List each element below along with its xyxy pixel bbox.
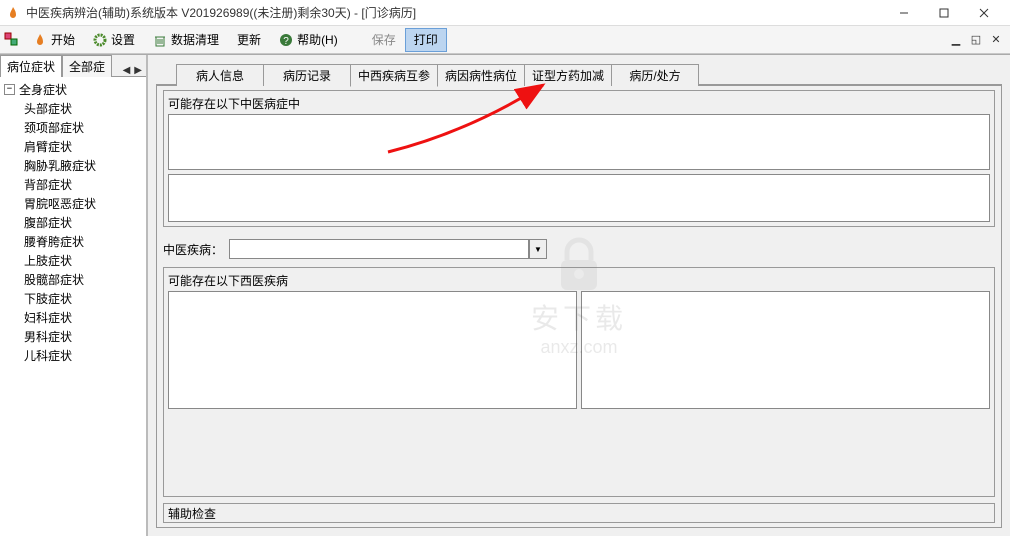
western-diseases-detail[interactable]: [581, 291, 990, 409]
tcm-symptoms-detail[interactable]: [168, 174, 990, 222]
title-bar: 中医疾病辨治(辅助)系统版本 V201926989((未注册)剩余30天) - …: [0, 0, 1010, 26]
tree-item[interactable]: 儿科症状: [24, 346, 142, 365]
tree-item[interactable]: 上肢症状: [24, 251, 142, 270]
mdi-close-button[interactable]: ✕: [987, 31, 1005, 49]
minimize-button[interactable]: [884, 0, 924, 26]
menu-help[interactable]: ? 帮助(H): [270, 28, 347, 52]
mdi-restore-button[interactable]: ◱: [967, 31, 985, 49]
tree-item[interactable]: 妇科症状: [24, 308, 142, 327]
sidebar: 病位症状 全部症 ◀ ▶ − 全身症状 头部症状颈项部症状肩臂症状胸胁乳腋症状背…: [0, 55, 148, 536]
tab-scroll-right-icon[interactable]: ▶: [132, 65, 144, 76]
sidebar-tab-all-symptoms[interactable]: 全部症: [62, 55, 112, 77]
menu-start[interactable]: 开始: [24, 28, 84, 52]
tree-item[interactable]: 头部症状: [24, 99, 142, 118]
western-diseases-list[interactable]: [168, 291, 577, 409]
tcm-disease-row: 中医疾病： ▼: [163, 239, 995, 259]
section-label: 辅助检查: [168, 505, 216, 522]
section-auxiliary-exam: 辅助检查: [163, 503, 995, 523]
tree-item[interactable]: 颈项部症状: [24, 118, 142, 137]
tab-record-prescription[interactable]: 病历/处方: [611, 64, 699, 86]
menu-settings[interactable]: 设置: [84, 28, 144, 52]
main-panel: 病人信息 病历记录 中西疾病互参 病因病性病位 证型方药加减 病历/处方 可能存…: [148, 55, 1010, 536]
tree-item[interactable]: 胃脘呕恶症状: [24, 194, 142, 213]
tree-root[interactable]: − 全身症状: [4, 80, 142, 99]
sidebar-tabs: 病位症状 全部症 ◀ ▶: [0, 55, 146, 77]
tree-item[interactable]: 男科症状: [24, 327, 142, 346]
tree-item[interactable]: 背部症状: [24, 175, 142, 194]
trash-icon: [153, 33, 167, 47]
tree-item[interactable]: 胸胁乳腋症状: [24, 156, 142, 175]
menu-data-clean[interactable]: 数据清理: [144, 28, 228, 52]
tree-item[interactable]: 肩臂症状: [24, 137, 142, 156]
section-label: 可能存在以下西医疾病: [168, 272, 990, 289]
tab-content: 可能存在以下中医病症中 中医疾病： ▼ 可能存在以下西医疾病 辅助检查: [156, 85, 1002, 528]
tree-collapse-icon[interactable]: −: [4, 84, 15, 95]
tree-item[interactable]: 腰脊胯症状: [24, 232, 142, 251]
app-icon: [6, 6, 20, 20]
tcm-disease-input[interactable]: [229, 239, 529, 259]
tab-medical-record[interactable]: 病历记录: [263, 64, 351, 86]
main-tabs: 病人信息 病历记录 中西疾病互参 病因病性病位 证型方药加减 病历/处方: [156, 63, 1002, 85]
toolbar: 开始 设置 数据清理 更新 ? 帮助(H) 保存 打印 ▁ ◱ ✕: [0, 26, 1010, 54]
section-label: 可能存在以下中医病症中: [168, 95, 990, 112]
mdi-child-icon: [4, 32, 20, 48]
svg-text:?: ?: [283, 36, 289, 47]
tcm-symptoms-list[interactable]: [168, 114, 990, 170]
mdi-minimize-button[interactable]: ▁: [947, 31, 965, 49]
help-icon: ?: [279, 33, 293, 47]
section-tcm-symptoms: 可能存在以下中医病症中: [163, 90, 995, 227]
menu-update[interactable]: 更新: [228, 28, 270, 52]
gear-icon: [93, 33, 107, 47]
maximize-button[interactable]: [924, 0, 964, 26]
tcm-disease-dropdown-button[interactable]: ▼: [529, 239, 547, 259]
tab-cn-west-crossref[interactable]: 中西疾病互参: [350, 64, 438, 87]
tree-item[interactable]: 股髋部症状: [24, 270, 142, 289]
mdi-controls: ▁ ◱ ✕: [946, 31, 1006, 49]
tree-item[interactable]: 下肢症状: [24, 289, 142, 308]
tab-syndrome-prescription[interactable]: 证型方药加减: [524, 64, 612, 86]
section-western-diseases: 可能存在以下西医疾病: [163, 267, 995, 497]
tab-scroll-left-icon[interactable]: ◀: [121, 65, 133, 76]
sidebar-tab-location-symptoms[interactable]: 病位症状: [0, 55, 62, 77]
tab-etiology[interactable]: 病因病性病位: [437, 64, 525, 86]
menu-save[interactable]: 保存: [363, 28, 405, 52]
flame-icon: [33, 33, 47, 47]
close-button[interactable]: [964, 0, 1004, 26]
tree-item[interactable]: 腹部症状: [24, 213, 142, 232]
tab-patient-info[interactable]: 病人信息: [176, 64, 264, 86]
window-title: 中医疾病辨治(辅助)系统版本 V201926989((未注册)剩余30天) - …: [26, 4, 884, 21]
menu-print[interactable]: 打印: [405, 28, 447, 52]
symptom-tree[interactable]: − 全身症状 头部症状颈项部症状肩臂症状胸胁乳腋症状背部症状胃脘呕恶症状腹部症状…: [0, 77, 146, 536]
tcm-disease-label: 中医疾病：: [163, 241, 223, 258]
